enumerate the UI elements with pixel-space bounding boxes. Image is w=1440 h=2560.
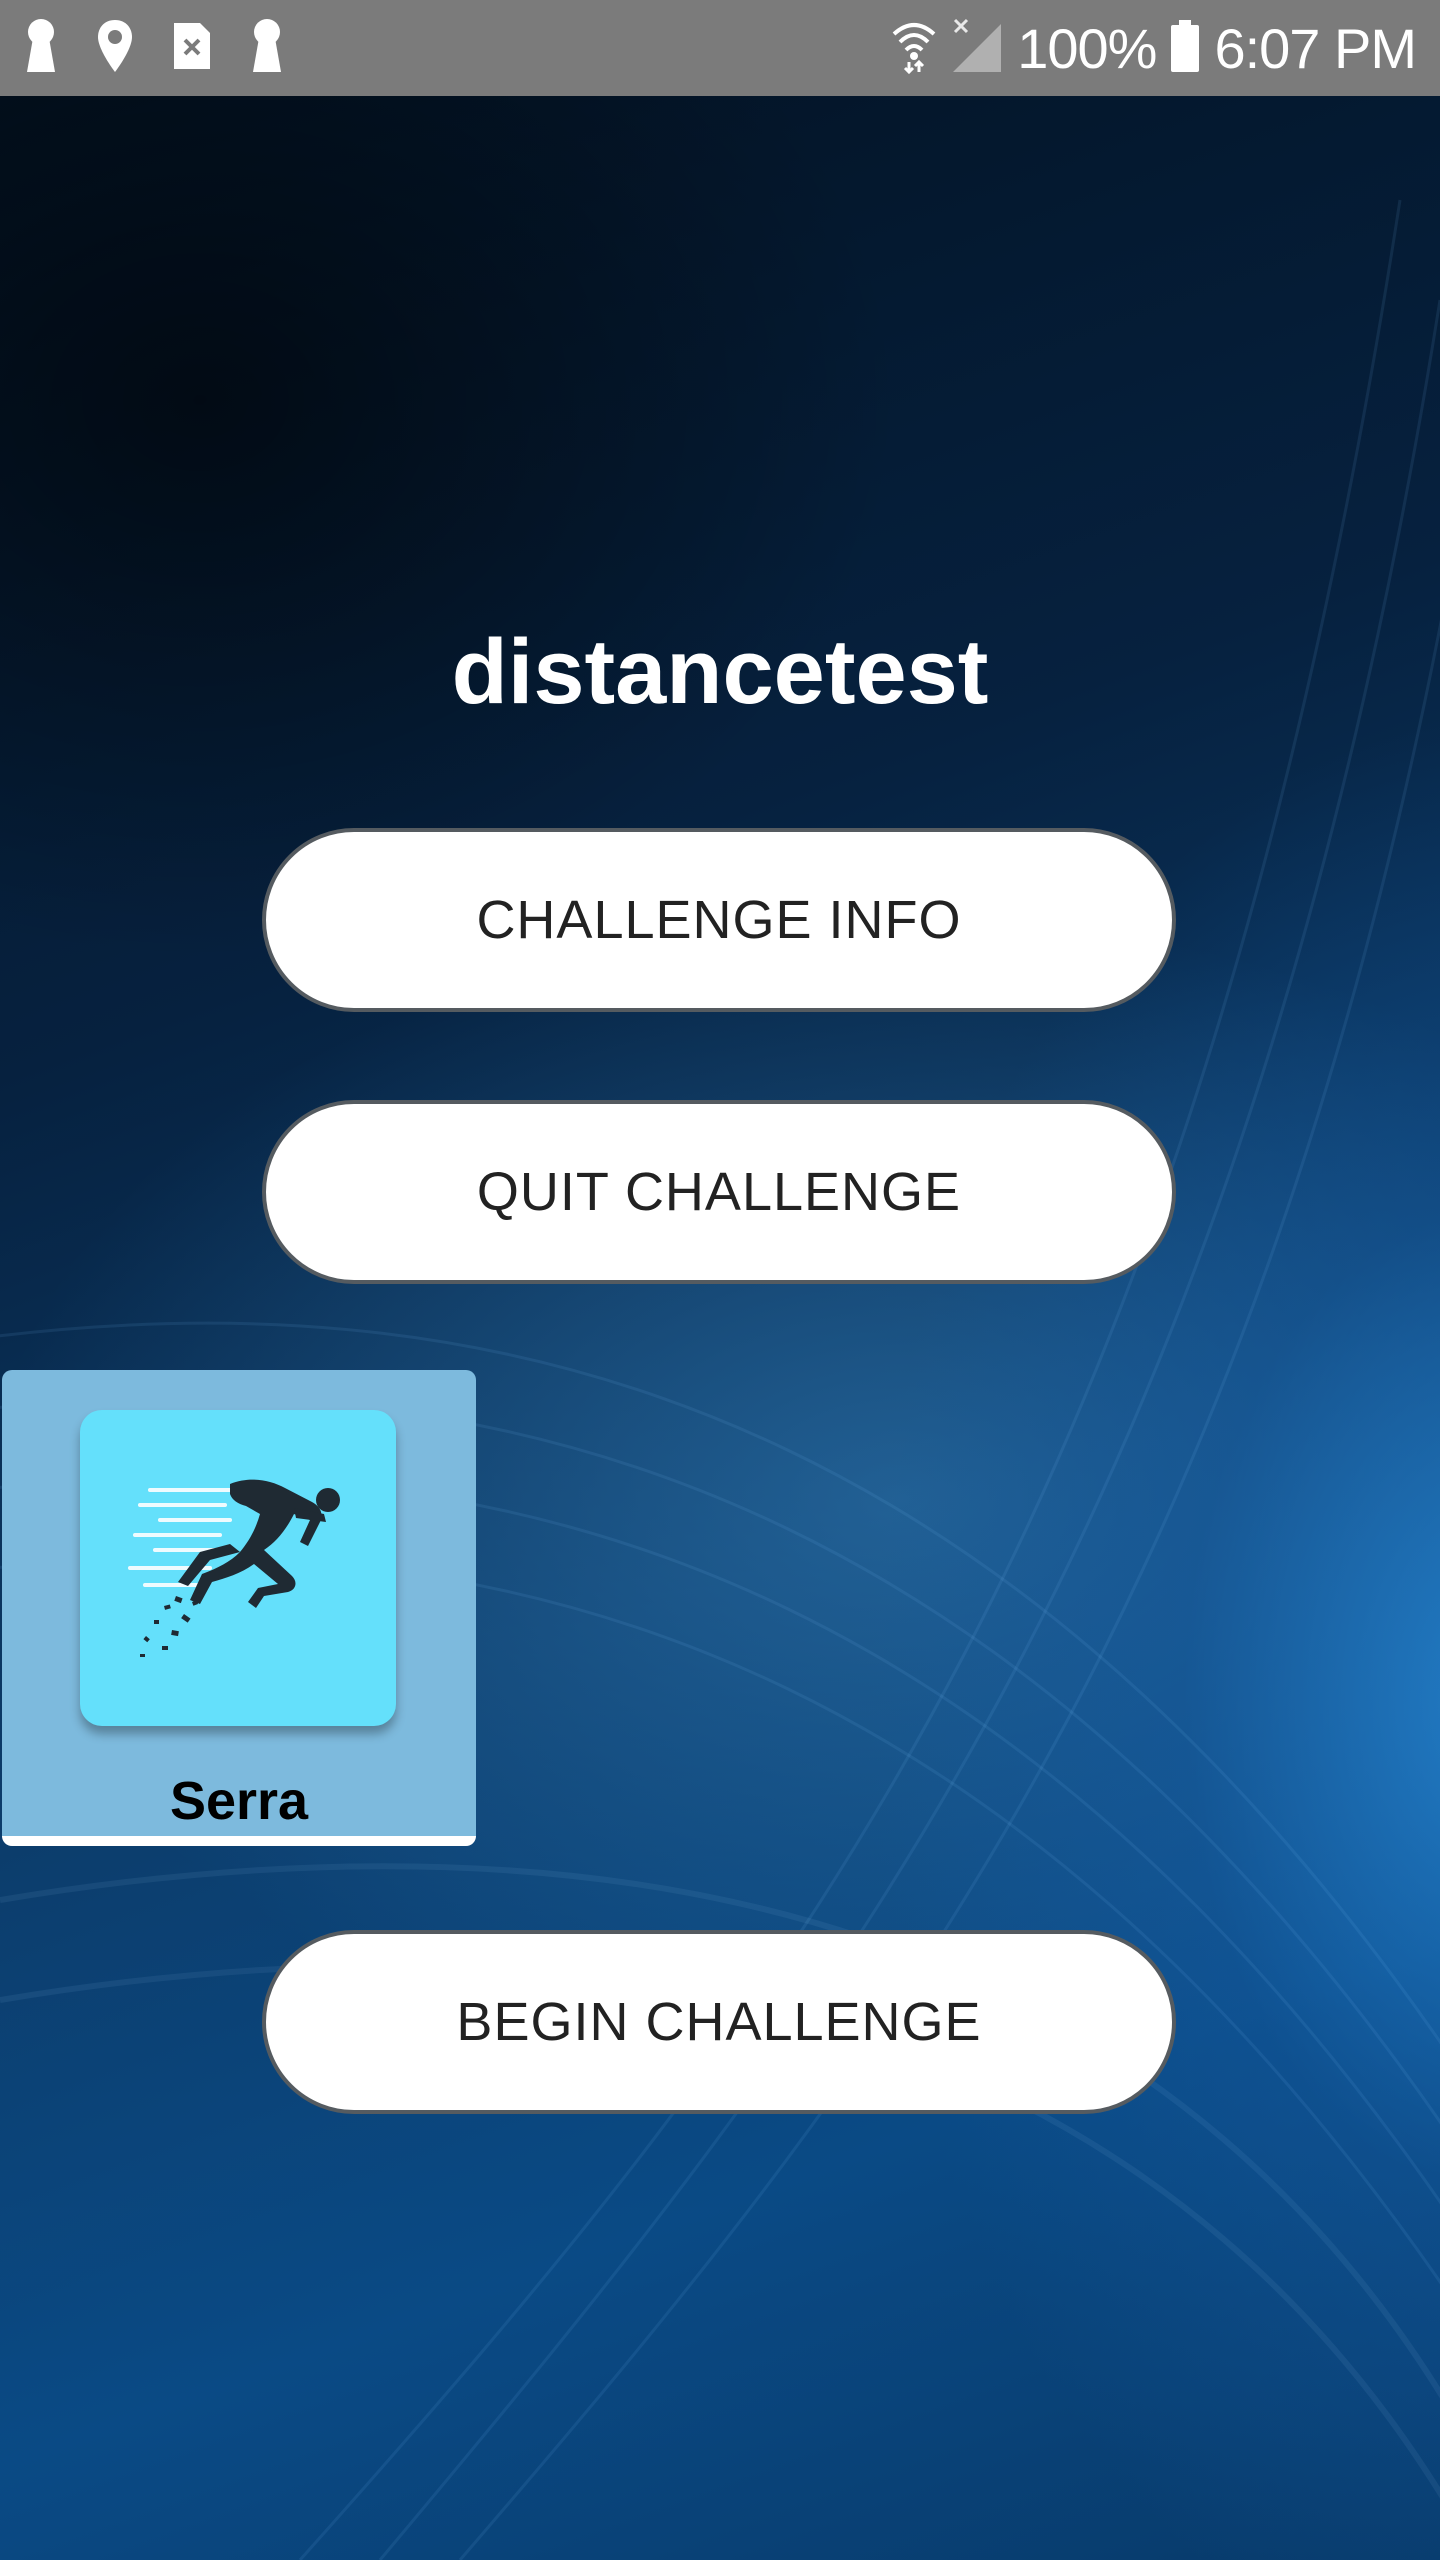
battery-icon (1170, 18, 1200, 79)
keyhole-icon (24, 18, 58, 79)
participant-avatar (80, 1410, 396, 1726)
challenge-info-button[interactable]: CHALLENGE INFO (262, 828, 1176, 1012)
location-pin-icon (96, 18, 134, 79)
wifi-icon (891, 18, 937, 79)
notification-icons (24, 18, 284, 78)
quit-challenge-button[interactable]: QUIT CHALLENGE (262, 1100, 1176, 1284)
cellular-signal-icon (951, 18, 1003, 79)
clock: 6:07 PM (1214, 16, 1417, 80)
sim-card-icon (172, 21, 212, 76)
runner-icon (128, 1479, 340, 1657)
participant-name: Serra (169, 1771, 309, 1831)
begin-challenge-button[interactable]: BEGIN CHALLENGE (262, 1930, 1176, 2114)
system-status: 100% 6:07 PM (891, 0, 1417, 96)
status-bar: 100% 6:07 PM (0, 0, 1440, 96)
participant-card[interactable]: Serra (2, 1370, 476, 1846)
battery-percentage: 100% (1017, 16, 1157, 80)
challenge-title: distancetest (451, 621, 989, 723)
keyhole-icon (250, 18, 284, 79)
